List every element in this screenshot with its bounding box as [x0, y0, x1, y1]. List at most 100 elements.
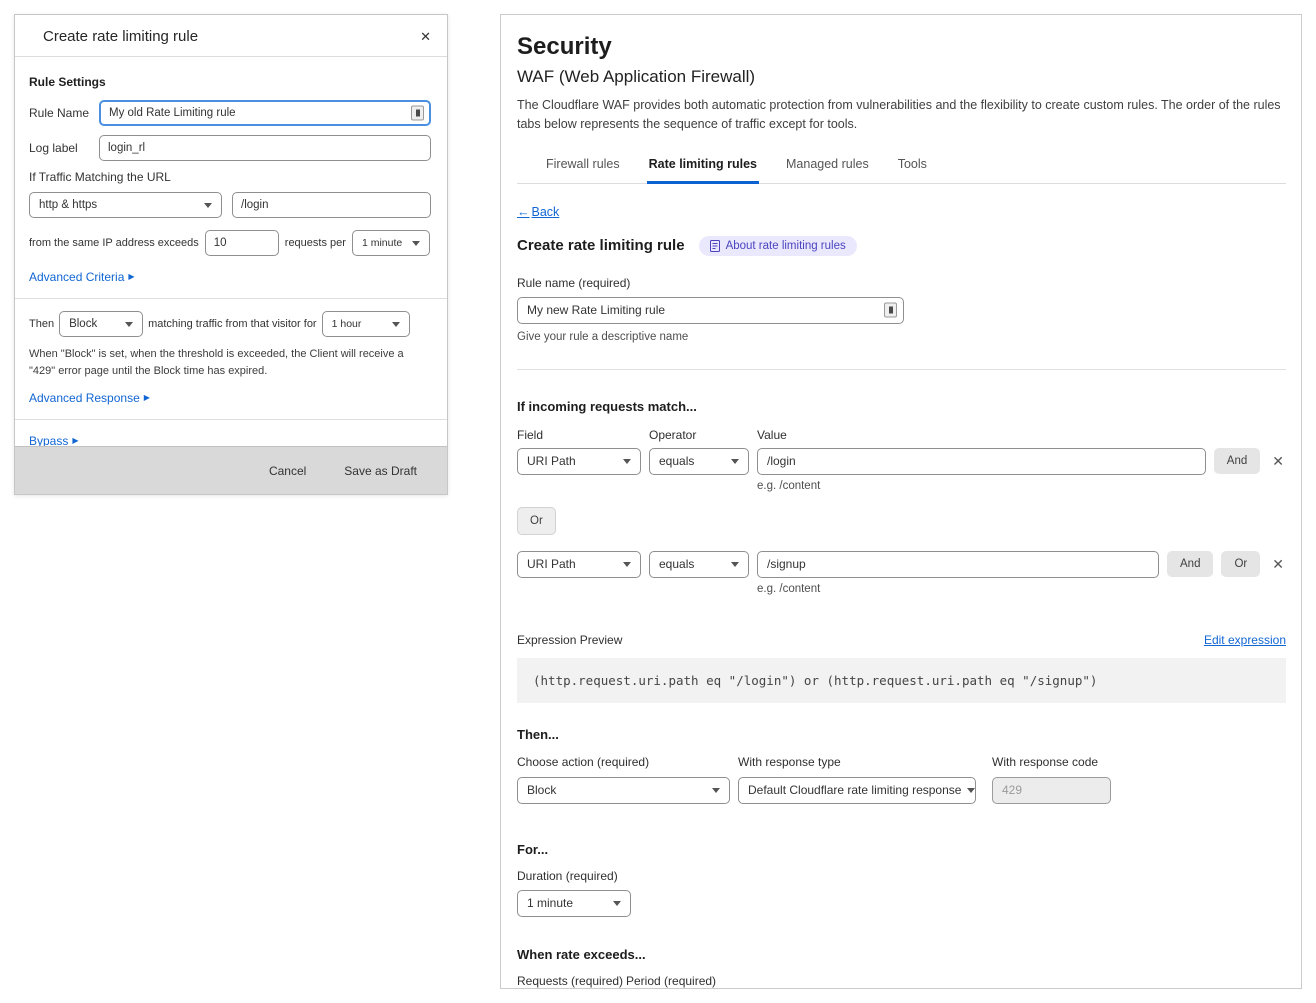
- then-prefix: Then: [29, 318, 54, 330]
- response-type-value: Default Cloudflare rate limiting respons…: [748, 783, 961, 797]
- value-input[interactable]: [757, 551, 1159, 578]
- period-label: Period (required): [626, 974, 740, 988]
- response-type-label: With response type: [738, 755, 976, 769]
- operator-select-value: equals: [659, 454, 694, 468]
- rule-name-label: Rule name (required): [517, 276, 1286, 290]
- log-label-input[interactable]: [99, 135, 431, 161]
- tab-managed-rules[interactable]: Managed rules: [784, 149, 871, 184]
- chevron-down-icon: [731, 562, 739, 567]
- threshold-period-select[interactable]: 1 minute: [352, 230, 430, 256]
- field-select[interactable]: URI Path: [517, 448, 641, 475]
- rule-name-input[interactable]: [517, 297, 904, 324]
- autofill-icon[interactable]: [884, 303, 897, 318]
- modal-body: Rule Settings Rule Name Log label If Tra…: [15, 57, 447, 446]
- expression-code: (http.request.uri.path eq "/login") or (…: [517, 658, 1286, 703]
- tab-bar: Firewall rules Rate limiting rules Manag…: [517, 149, 1286, 184]
- or-button[interactable]: Or: [1221, 551, 1260, 577]
- rule-settings-heading: Rule Settings: [29, 75, 431, 89]
- threshold-requests-input[interactable]: [205, 230, 279, 256]
- back-link[interactable]: ←Back: [517, 205, 559, 219]
- field-select-value: URI Path: [527, 454, 576, 468]
- about-badge-label: About rate limiting rules: [726, 240, 846, 252]
- remove-condition-icon[interactable]: ✕: [1268, 557, 1286, 571]
- traffic-match-row: http & https: [29, 192, 431, 218]
- form-title-row: Create rate limiting rule About rate lim…: [517, 236, 1286, 256]
- and-button[interactable]: And: [1167, 551, 1213, 577]
- operator-select[interactable]: equals: [649, 551, 749, 578]
- about-rate-limiting-badge[interactable]: About rate limiting rules: [699, 236, 857, 256]
- action-select-value: Block: [69, 318, 97, 330]
- scheme-select[interactable]: http & https: [29, 192, 222, 218]
- advanced-criteria-link[interactable]: Advanced Criteria ▶: [29, 270, 135, 284]
- modal-title: Create rate limiting rule: [43, 28, 198, 45]
- duration-select[interactable]: 1 minute: [517, 890, 631, 917]
- bypass-label: Bypass: [29, 434, 68, 446]
- chevron-down-icon: [967, 788, 975, 793]
- chevron-down-icon: [623, 459, 631, 464]
- value-hint: e.g. /content: [757, 480, 1286, 492]
- cancel-button[interactable]: Cancel: [269, 464, 306, 478]
- doc-icon: [710, 240, 720, 252]
- bypass-link[interactable]: Bypass ▶: [29, 434, 79, 446]
- page-subtitle: WAF (Web Application Firewall): [517, 67, 1286, 87]
- divider: [15, 298, 447, 299]
- then-middle: matching traffic from that visitor for: [148, 318, 317, 330]
- response-type-select[interactable]: Default Cloudflare rate limiting respons…: [738, 777, 976, 804]
- block-duration-value: 1 hour: [332, 318, 362, 330]
- condition-row: URI Path equals And Or ✕: [517, 551, 1286, 578]
- scheme-select-value: http & https: [39, 199, 97, 211]
- rule-name-input-wrap: [99, 100, 431, 126]
- requests-label: Requests (required): [517, 974, 620, 988]
- field-select[interactable]: URI Path: [517, 551, 641, 578]
- close-icon[interactable]: ✕: [420, 30, 431, 43]
- and-button[interactable]: And: [1214, 448, 1260, 474]
- remove-condition-icon[interactable]: ✕: [1268, 454, 1286, 468]
- then-controls: Choose action (required) Block With resp…: [517, 755, 1286, 804]
- or-connector-button[interactable]: Or: [517, 507, 556, 535]
- for-heading: For...: [517, 842, 1286, 857]
- choose-action-value: Block: [527, 783, 556, 797]
- value-input-wrap: [757, 551, 1159, 578]
- chevron-down-icon: [613, 901, 621, 906]
- rule-name-input[interactable]: [99, 100, 431, 126]
- operator-select[interactable]: equals: [649, 448, 749, 475]
- traffic-match-label: If Traffic Matching the URL: [29, 170, 431, 184]
- block-duration-select[interactable]: 1 hour: [322, 311, 410, 337]
- url-input[interactable]: [232, 192, 431, 218]
- expression-preview-label: Expression Preview: [517, 633, 622, 647]
- rule-name-hint: Give your rule a descriptive name: [517, 331, 1286, 343]
- tab-tools[interactable]: Tools: [896, 149, 929, 184]
- threshold-middle: requests per: [285, 237, 346, 249]
- chevron-down-icon: [412, 241, 420, 246]
- page-description: The Cloudflare WAF provides both automat…: [517, 96, 1291, 135]
- save-as-draft-button[interactable]: Save as Draft: [344, 464, 417, 478]
- operator-column-label: Operator: [649, 428, 749, 442]
- action-column: Choose action (required) Block: [517, 755, 730, 804]
- threshold-row: from the same IP address exceeds request…: [29, 230, 431, 256]
- duration-label: Duration (required): [517, 869, 1286, 883]
- chevron-down-icon: [731, 459, 739, 464]
- triangle-right-icon: ▶: [72, 437, 78, 445]
- tab-firewall-rules[interactable]: Firewall rules: [544, 149, 622, 184]
- back-label: Back: [532, 205, 560, 219]
- autofill-icon[interactable]: [411, 106, 424, 121]
- screen: Create rate limiting rule ✕ Rule Setting…: [0, 0, 1316, 1003]
- threshold-period-value: 1 minute: [362, 237, 402, 249]
- value-column-label: Value: [757, 428, 787, 442]
- edit-expression-link[interactable]: Edit expression: [1204, 633, 1286, 647]
- response-type-column: With response type Default Cloudflare ra…: [738, 755, 976, 804]
- then-row: Then Block matching traffic from that vi…: [29, 311, 431, 337]
- value-input[interactable]: [757, 448, 1206, 475]
- condition-row: URI Path equals And ✕: [517, 448, 1286, 475]
- advanced-response-link[interactable]: Advanced Response ▶: [29, 391, 150, 405]
- rate-heading: When rate exceeds...: [517, 947, 1286, 962]
- triangle-right-icon: ▶: [144, 394, 150, 402]
- action-select[interactable]: Block: [59, 311, 143, 337]
- value-hint: e.g. /content: [757, 583, 1286, 595]
- tab-rate-limiting-rules[interactable]: Rate limiting rules: [647, 149, 759, 184]
- modal-footer: Cancel Save as Draft: [15, 446, 447, 494]
- url-input-wrap: [232, 192, 431, 218]
- expression-header: Expression Preview Edit expression: [517, 633, 1286, 647]
- threshold-prefix: from the same IP address exceeds: [29, 237, 199, 249]
- choose-action-select[interactable]: Block: [517, 777, 730, 804]
